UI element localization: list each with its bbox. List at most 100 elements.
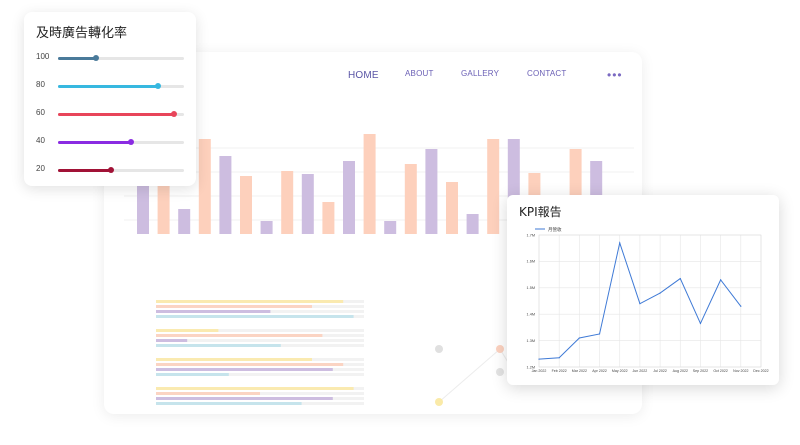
slider-card-title: 及時廣告轉化率	[36, 26, 128, 41]
data-point	[720, 279, 722, 281]
bg-bar	[322, 202, 335, 234]
bg-bar	[219, 156, 232, 234]
conversion-slider-card: 及時廣告轉化率 100 80 60 40 20	[24, 12, 196, 186]
plot-area	[538, 234, 762, 368]
slider-fill	[58, 113, 174, 116]
bg-bar	[343, 161, 355, 234]
bg-hbar	[156, 334, 323, 337]
bg-bar	[446, 182, 458, 234]
bg-network-node	[496, 368, 504, 376]
slider-fill	[58, 85, 158, 88]
slider-track[interactable]	[58, 83, 184, 89]
data-point	[598, 333, 601, 335]
nav-about[interactable]: ABOUT	[405, 69, 434, 78]
x-tick-label: Sep 2022	[693, 369, 708, 373]
data-point	[558, 357, 560, 359]
bg-bar	[260, 221, 273, 234]
data-point	[659, 292, 661, 294]
slider-fill	[58, 141, 132, 144]
slider-track[interactable]	[58, 111, 184, 117]
slider-row: 60	[24, 108, 196, 122]
x-tick-label: Oct 2022	[713, 369, 728, 373]
bg-bar	[240, 176, 252, 234]
more-menu-icon[interactable]: •••	[607, 68, 623, 82]
y-tick-label: 1.2M	[527, 365, 535, 369]
x-tick-label: Jun 2022	[633, 369, 648, 373]
x-tick-label: Feb 2022	[552, 369, 567, 373]
data-point	[699, 322, 702, 325]
bg-bar	[363, 134, 376, 234]
y-tick-label: 1.3M	[527, 339, 535, 343]
slider-label: 20	[36, 164, 45, 173]
bg-bar	[425, 149, 438, 234]
slider-track[interactable]	[58, 167, 184, 173]
bg-bar	[404, 164, 417, 234]
slider-row: 20	[24, 164, 196, 178]
bg-hbar	[156, 329, 219, 332]
legend-label: 月營收	[548, 226, 562, 233]
slider-label: 100	[36, 52, 50, 61]
slider-row: 40	[24, 136, 196, 150]
bg-hbar	[156, 310, 271, 313]
data-point	[619, 242, 621, 244]
y-tick-label: 1.4M	[527, 313, 535, 317]
bg-bar	[178, 209, 191, 234]
bg-hbar	[156, 315, 354, 318]
slider-label: 80	[36, 80, 45, 89]
y-tick-label: 1.6M	[527, 260, 535, 264]
bg-hbar	[156, 392, 260, 395]
slider-thumb[interactable]	[170, 111, 177, 117]
bg-hbar	[156, 358, 312, 361]
x-tick-label: Dec 2022	[753, 369, 768, 373]
x-tick-label: Jul 2022	[653, 369, 667, 373]
bg-network-node	[435, 398, 443, 406]
slider-thumb[interactable]	[128, 139, 135, 145]
kpi-report-card: KPI報告 月營收 Jan 2022 Feb 2022 Mar 2022 Apr 202…	[507, 195, 779, 385]
slider-label: 60	[36, 108, 45, 117]
nav-home[interactable]: HOME	[348, 70, 379, 81]
data-point	[578, 337, 580, 339]
slider-label: 40	[36, 136, 45, 145]
data-point	[740, 305, 742, 307]
bg-bar	[384, 221, 397, 234]
bg-hbar	[156, 305, 312, 308]
bg-hbar	[156, 373, 229, 376]
bg-network-node	[435, 345, 443, 353]
bg-bar	[487, 139, 500, 234]
slider-fill	[58, 57, 96, 60]
slider-row: 80	[24, 80, 196, 94]
y-tick-label: 1.7M	[527, 233, 535, 237]
slider-track[interactable]	[58, 55, 184, 61]
bg-network-line	[438, 348, 515, 403]
x-tick-label: Mar 2022	[572, 369, 587, 373]
slider-row: 100	[24, 52, 196, 66]
nav-gallery[interactable]: GALLERY	[461, 69, 499, 78]
bg-bar	[301, 174, 314, 234]
data-point	[679, 277, 681, 280]
bg-hbar	[156, 387, 354, 390]
data-point	[639, 303, 641, 305]
x-tick-label: Jan 2022	[532, 369, 547, 373]
bg-hbar	[156, 339, 188, 342]
bg-bar	[466, 214, 479, 234]
slider-thumb[interactable]	[92, 55, 99, 61]
bg-network-node	[496, 345, 504, 353]
slider-fill	[58, 169, 111, 172]
bg-hbar	[156, 397, 333, 400]
bg-hbar	[156, 402, 302, 405]
bg-hbar	[156, 300, 344, 303]
slider-track[interactable]	[58, 139, 184, 145]
bg-hbar	[156, 368, 333, 371]
data-point	[538, 358, 540, 360]
x-tick-label: Apr 2022	[592, 369, 607, 373]
bg-hbar	[156, 344, 281, 347]
slider-thumb[interactable]	[107, 167, 114, 173]
x-tick-label: May 2022	[612, 369, 628, 373]
bg-bar	[281, 171, 294, 234]
y-tick-label: 1.5M	[527, 286, 535, 290]
kpi-line-chart: 月營收 Jan 2022 Feb 2022 Mar 2022 Apr 2022 May 2…	[527, 226, 769, 373]
slider-thumb[interactable]	[154, 83, 161, 89]
bg-bar	[198, 139, 211, 234]
nav-contact[interactable]: CONTACT	[527, 69, 566, 78]
x-tick-label: Nov 2022	[733, 369, 748, 373]
